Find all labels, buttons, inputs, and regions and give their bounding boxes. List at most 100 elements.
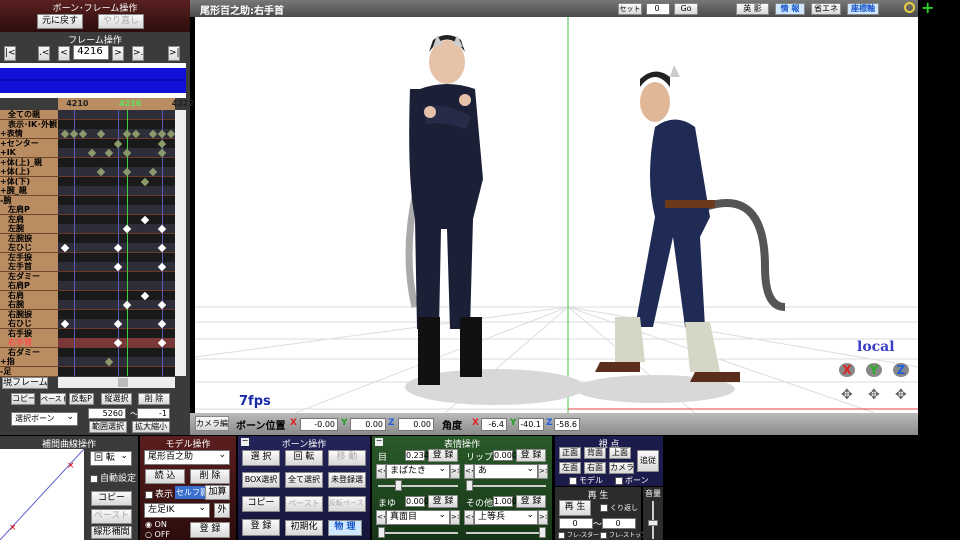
eye-prev-button[interactable]: <<	[376, 464, 386, 479]
bone-flip-paste-button[interactable]: 反転ペースト	[328, 496, 366, 512]
bone-checkbox[interactable]: ボーン	[615, 475, 649, 486]
timeline-row[interactable]	[58, 366, 175, 376]
info-button[interactable]: 情 報	[775, 3, 805, 15]
keyframe-marker[interactable]	[113, 139, 123, 148]
timeline-vscrollbar[interactable]	[175, 110, 186, 376]
keyframe-marker[interactable]	[122, 224, 132, 234]
keyframe-marker[interactable]	[105, 357, 114, 367]
other-slider[interactable]	[466, 527, 546, 538]
interp-paste-button[interactable]: ペースト	[91, 509, 132, 524]
brow-next-button[interactable]: >>	[450, 510, 460, 525]
timeline-row-label[interactable]: 表示･IK･外観	[0, 119, 58, 130]
box-select-button[interactable]: BOX選択	[242, 472, 280, 488]
timeline-row-label[interactable]: 全ての親	[0, 110, 58, 120]
keyframe-marker[interactable]	[140, 177, 149, 186]
eye-value-input[interactable]: 0.234	[405, 450, 429, 461]
rotate-x-icon[interactable]: X	[839, 363, 855, 377]
keyframe-marker[interactable]	[96, 167, 105, 177]
timeline-row-label[interactable]: 右ダミー	[0, 347, 58, 358]
timeline-row-label[interactable]: +体(上)	[0, 167, 58, 177]
timeline-row-label[interactable]: 左腕捩	[0, 233, 58, 244]
prev-key-button[interactable]: .<	[38, 46, 50, 61]
eye-next-button[interactable]: >>	[450, 464, 460, 479]
initialize-button[interactable]: 初期化	[285, 520, 323, 536]
left-view-button[interactable]: 左面	[559, 462, 581, 474]
first-frame-button[interactable]: |<	[4, 46, 16, 61]
frame-stop-checkbox[interactable]: ✓ フレ-ストップ	[600, 530, 647, 540]
rot-z-input[interactable]: -58.6	[554, 418, 580, 431]
timeline-row[interactable]	[58, 167, 175, 177]
timeline-row[interactable]	[58, 110, 175, 120]
range-select-button[interactable]: 範囲選択	[89, 421, 127, 433]
timeline-row[interactable]	[58, 309, 175, 320]
timeline-row-label[interactable]: +腕_親	[0, 186, 58, 196]
brow-prev-button[interactable]: <<	[376, 510, 386, 525]
keyframe-marker[interactable]	[157, 243, 167, 253]
brow-value-input[interactable]: 0.000	[405, 496, 429, 507]
pos-z-input[interactable]: 0.00	[398, 418, 434, 431]
move-x-icon[interactable]: ✥	[841, 387, 853, 403]
keyframe-marker[interactable]	[157, 319, 167, 329]
keyframe-marker[interactable]	[157, 129, 167, 139]
camera-edit-button[interactable]: カメラ編	[195, 416, 229, 431]
timeline-row[interactable]	[58, 357, 175, 367]
timeline-row-label[interactable]: 左手捩	[0, 252, 58, 263]
timeline-row[interactable]	[58, 176, 175, 187]
delete-keys-button[interactable]: 削 除	[138, 393, 170, 405]
rotate-y-icon[interactable]: Y	[866, 363, 882, 377]
timeline-row-label[interactable]: 右肩	[0, 290, 58, 301]
timeline-row-label[interactable]: 右ひじ	[0, 319, 58, 329]
keyframe-marker[interactable]	[157, 262, 167, 272]
timeline-row-label[interactable]: +体(上)_親	[0, 157, 58, 168]
keyframe-marker[interactable]	[122, 167, 132, 177]
keyframe-marker[interactable]	[113, 338, 123, 348]
eye-slider[interactable]	[378, 480, 458, 491]
camera-view-button[interactable]: カメラ	[609, 462, 634, 474]
keyframe-marker[interactable]	[166, 129, 175, 139]
timeline-row-label[interactable]: 左手首	[0, 262, 58, 272]
timeline-row-label[interactable]: 右肩P	[0, 281, 58, 291]
top-view-button[interactable]: 上面	[609, 447, 631, 459]
rotate-button[interactable]: 回 転	[285, 450, 323, 466]
front-view-button[interactable]: 正面	[559, 447, 581, 459]
keyframe-marker[interactable]	[105, 148, 114, 158]
back-view-button[interactable]: 背面	[584, 447, 606, 459]
zoom-icon[interactable]	[904, 2, 915, 13]
keyframe-marker[interactable]	[113, 243, 123, 253]
redo-button[interactable]: やり直し	[98, 14, 144, 29]
timeline-row-label[interactable]: 右腕捩	[0, 309, 58, 320]
timeline-row[interactable]	[58, 252, 175, 263]
rot-x-input[interactable]: -6.4	[481, 418, 507, 431]
set-frame-input[interactable]: 0	[646, 3, 670, 15]
keyframe-marker[interactable]	[157, 148, 167, 158]
timeline-row-label[interactable]: +指	[0, 357, 58, 367]
model-dropdown[interactable]: 尾形百之助	[144, 449, 230, 465]
keyframe-marker[interactable]	[140, 291, 149, 300]
timeline-row[interactable]	[58, 281, 175, 291]
timeline-row-label[interactable]: +体(下)	[0, 176, 58, 187]
timeline-row-label[interactable]: -腕	[0, 195, 58, 206]
keyframe-marker[interactable]	[96, 129, 105, 139]
shadow-button[interactable]: 英 影	[736, 3, 769, 15]
lip-slider[interactable]	[466, 480, 546, 491]
keyframe-marker[interactable]	[122, 129, 132, 139]
lip-prev-button[interactable]: <<	[464, 464, 474, 479]
model-register-button[interactable]: 登 録	[190, 522, 230, 538]
self-shadow-toggle[interactable]: セルフ影	[175, 486, 209, 499]
lip-value-input[interactable]: 0.000	[493, 450, 517, 461]
unregistered-select-button[interactable]: 未登録選	[328, 472, 366, 488]
frame-start-checkbox[interactable]: ✓ フレ-スタート	[558, 530, 605, 540]
timeline-row-label[interactable]: 左肩	[0, 214, 58, 225]
keyframe-marker[interactable]	[157, 338, 167, 348]
timeline-hscrollbar[interactable]	[58, 377, 175, 388]
keyframe-marker[interactable]	[131, 129, 141, 139]
timeline-row-label[interactable]: 左ひじ	[0, 243, 58, 253]
keyframe-marker[interactable]	[122, 148, 132, 158]
timeline-row[interactable]	[58, 328, 175, 339]
keyframe-marker[interactable]	[69, 129, 79, 139]
pos-y-input[interactable]: 0.00	[350, 418, 386, 431]
other-value-input[interactable]: 1.000	[493, 496, 517, 507]
frame-number-input[interactable]: 4216	[73, 45, 109, 60]
timeline-row[interactable]	[58, 243, 175, 253]
keyframe-marker[interactable]	[140, 215, 149, 224]
